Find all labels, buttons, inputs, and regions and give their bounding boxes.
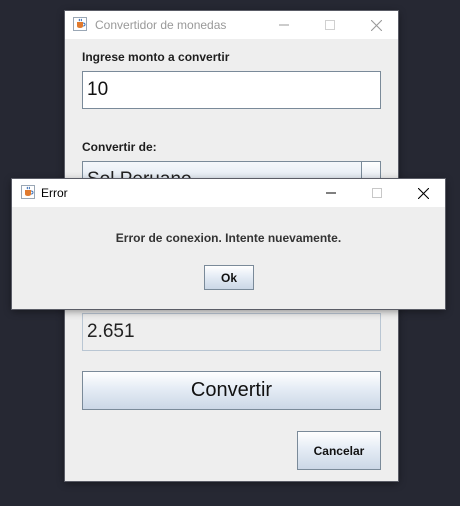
minimize-icon [279, 24, 289, 26]
maximize-icon [325, 20, 335, 30]
amount-input[interactable]: 10 [82, 71, 381, 109]
from-currency-label: Convertir de: [82, 140, 157, 154]
error-dialog-title: Error [41, 186, 68, 200]
amount-label: Ingrese monto a convertir [82, 50, 230, 64]
ok-button[interactable]: Ok [204, 265, 254, 290]
error-close-button[interactable] [400, 179, 446, 207]
result-output: 2.651 [82, 313, 381, 351]
error-message: Error de conexion. Intente nuevamente. [115, 231, 342, 245]
close-icon [370, 19, 382, 31]
error-maximize-button[interactable] [354, 179, 400, 207]
convert-button[interactable]: Convertir [82, 371, 381, 410]
cancel-button[interactable]: Cancelar [297, 431, 381, 470]
main-maximize-button[interactable] [307, 11, 353, 39]
minimize-icon [326, 192, 336, 194]
main-minimize-button[interactable] [261, 11, 307, 39]
error-minimize-button[interactable] [308, 179, 354, 207]
main-titlebar: Convertidor de monedas [65, 11, 398, 39]
maximize-icon [372, 188, 382, 198]
java-icon [21, 185, 35, 199]
main-window-title: Convertidor de monedas [95, 18, 227, 32]
error-dialog: Error Error de conexion. Intente nuevame… [12, 179, 445, 309]
java-icon [73, 17, 87, 31]
error-titlebar: Error [12, 179, 445, 207]
close-icon [417, 187, 429, 199]
main-close-button[interactable] [353, 11, 399, 39]
